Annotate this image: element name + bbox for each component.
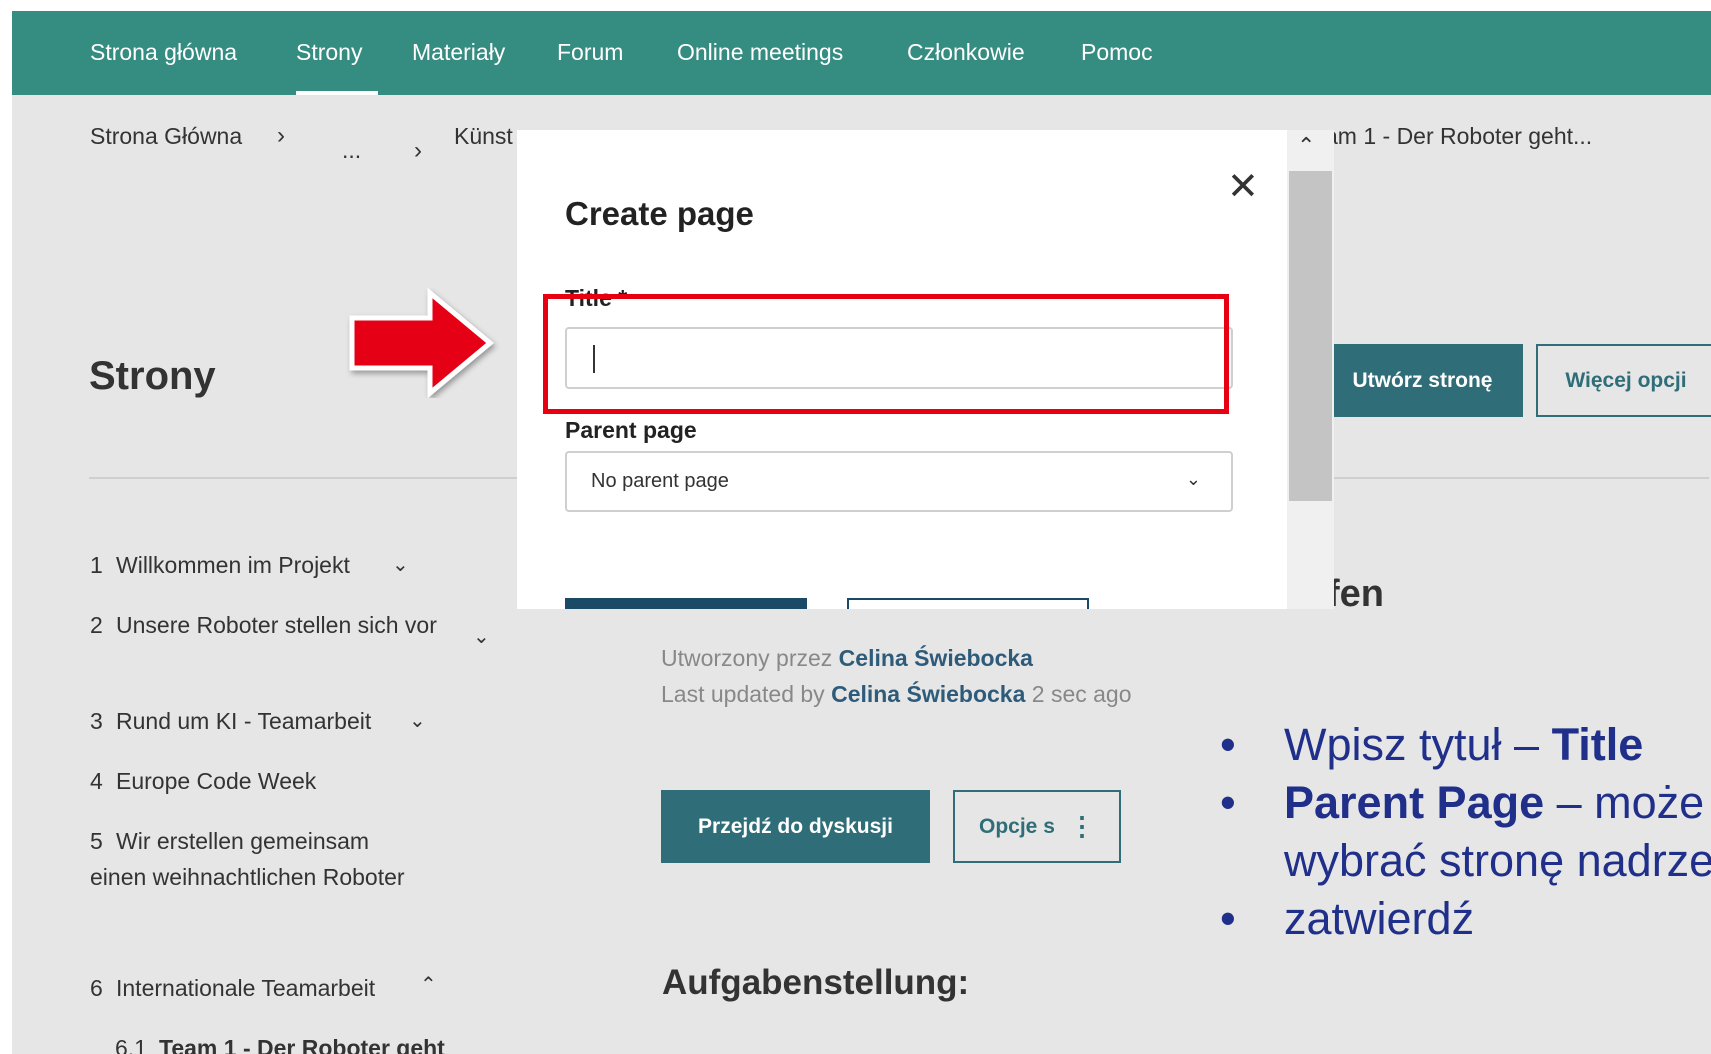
breadcrumb-current: am 1 - Der Roboter geht... [1325,123,1593,149]
updated-by-label: Last updated by [661,681,825,707]
annotation-line: • Wpisz tytuł – Title [1212,716,1711,774]
tree-item-number: 3 [90,708,103,734]
scrollbar-thumb[interactable] [1289,171,1332,501]
tree-item-label: Europe Code Week [116,768,317,794]
breadcrumb-ellipsis[interactable]: ... [342,137,361,164]
tree-item-label: Willkommen im Projekt [116,552,350,578]
annotation-line: wybrać stronę nadrze [1212,832,1711,890]
tree-item-label: Internationale Teamarbeit [116,975,376,1001]
cancel-button[interactable] [847,598,1089,609]
tree-item-number: 2 [90,612,103,638]
tree-item-label: Unsere Roboter stellen sich vor [116,612,437,638]
nav-item-materials[interactable]: Materiały [412,39,505,66]
close-icon[interactable]: ✕ [1227,164,1259,209]
page-background: Strona główna Strony Materiały Forum Onl… [12,11,1711,1054]
tree-item[interactable]: 1 Willkommen im Projekt [90,547,350,583]
create-page-button[interactable]: Utwórz stronę [1322,344,1523,417]
annotation-bold: Title [1551,719,1644,770]
chevron-down-icon[interactable]: ⌄ [473,624,490,649]
nav-item-members[interactable]: Członkowie [907,39,1025,66]
tutorial-annotation: • Wpisz tytuł – Title • Parent Page – może… [1212,716,1711,948]
chevron-up-icon[interactable]: ⌃ [1297,133,1315,159]
tree-item-label: Rund um KI - Teamarbeit [116,708,372,734]
bullet-icon: • [1220,719,1236,770]
nav-item-pages[interactable]: Strony [296,39,362,66]
nav-item-online-meetings[interactable]: Online meetings [677,39,843,66]
chevron-down-icon[interactable]: ⌄ [409,708,426,733]
highlight-box [543,294,1229,414]
tree-item-label: Wir erstellen gemeinsam einen weihnachtl… [90,828,405,890]
chevron-right-icon: › [414,137,422,164]
breadcrumb-home[interactable]: Strona Główna [90,123,242,150]
nav-active-indicator [296,91,378,95]
annotation-text: – może [1544,777,1705,828]
last-updated: Last updated by Celina Świebocka 2 sec a… [661,681,1132,708]
annotation-bold: Parent Page [1284,777,1545,828]
chevron-up-icon[interactable]: ⌃ [420,972,437,997]
tree-item-label: Team 1 - Der Roboter geht [159,1035,445,1054]
created-by: Utworzony przez Celina Świebocka [661,645,1033,672]
nav-item-forum[interactable]: Forum [557,39,623,66]
bullet-icon: • [1220,777,1236,828]
author-link[interactable]: Celina Świebocka [839,645,1033,671]
section-heading: fen [1327,573,1384,615]
arrow-right-icon [349,288,494,398]
page-options-label: Opcje s [979,814,1055,838]
tree-item[interactable]: 2 Unsere Roboter stellen sich vor [90,607,450,643]
chevron-right-icon: › [277,122,285,149]
updater-link[interactable]: Celina Świebocka [831,681,1025,707]
nav-item-help[interactable]: Pomoc [1081,39,1153,66]
tree-item[interactable]: 3 Rund um KI - Teamarbeit [90,703,371,739]
chevron-down-icon: ⌄ [1185,469,1201,489]
created-by-label: Utworzony przez [661,645,833,671]
annotation-line: • Parent Page – może [1212,774,1711,832]
annotation-text: wybrać stronę nadrze [1284,835,1711,886]
tree-item-number: 4 [90,768,103,794]
kebab-menu-icon: ⋮ [1069,811,1095,841]
task-heading: Aufgabenstellung: [662,963,970,1002]
nav-item-home[interactable]: Strona główna [90,39,237,66]
dialog-title: Create page [565,195,754,232]
annotation-line: • zatwierdź [1212,890,1711,948]
parent-page-label: Parent page [565,417,697,443]
tree-item-number: 6 [90,975,103,1001]
updated-time: 2 sec ago [1031,681,1132,707]
parent-page-select[interactable]: No parent page ⌄ [565,451,1233,512]
tree-item-number: 1 [90,552,103,578]
tree-item[interactable]: 5 Wir erstellen gemeinsam einen weihnacht… [90,823,430,895]
go-to-discussion-button[interactable]: Przejdź do dyskusji [661,790,930,863]
tree-item-number: 6.1 [115,1035,147,1054]
submit-button[interactable] [565,598,807,609]
tree-item[interactable]: 6 Internationale Teamarbeit [90,970,375,1006]
more-options-button[interactable]: Więcej opcji [1536,344,1711,417]
annotation-text: Wpisz tytuł – [1284,719,1552,770]
tree-item[interactable]: 4 Europe Code Week [90,763,316,799]
chevron-down-icon[interactable]: ⌄ [392,552,409,577]
bullet-icon: • [1220,893,1236,944]
tree-item-number: 5 [90,828,103,854]
page-title: Strony [89,354,216,398]
page-options-button[interactable]: Opcje s ⋮ [953,790,1121,863]
parent-page-value: No parent page [591,470,729,492]
annotation-text: zatwierdź [1284,893,1475,944]
breadcrumb-parent[interactable]: Künst [454,123,513,150]
tree-item-active[interactable]: 6.1 Team 1 - Der Roboter geht [115,1030,445,1054]
top-navigation: Strona główna Strony Materiały Forum Onl… [12,11,1711,95]
